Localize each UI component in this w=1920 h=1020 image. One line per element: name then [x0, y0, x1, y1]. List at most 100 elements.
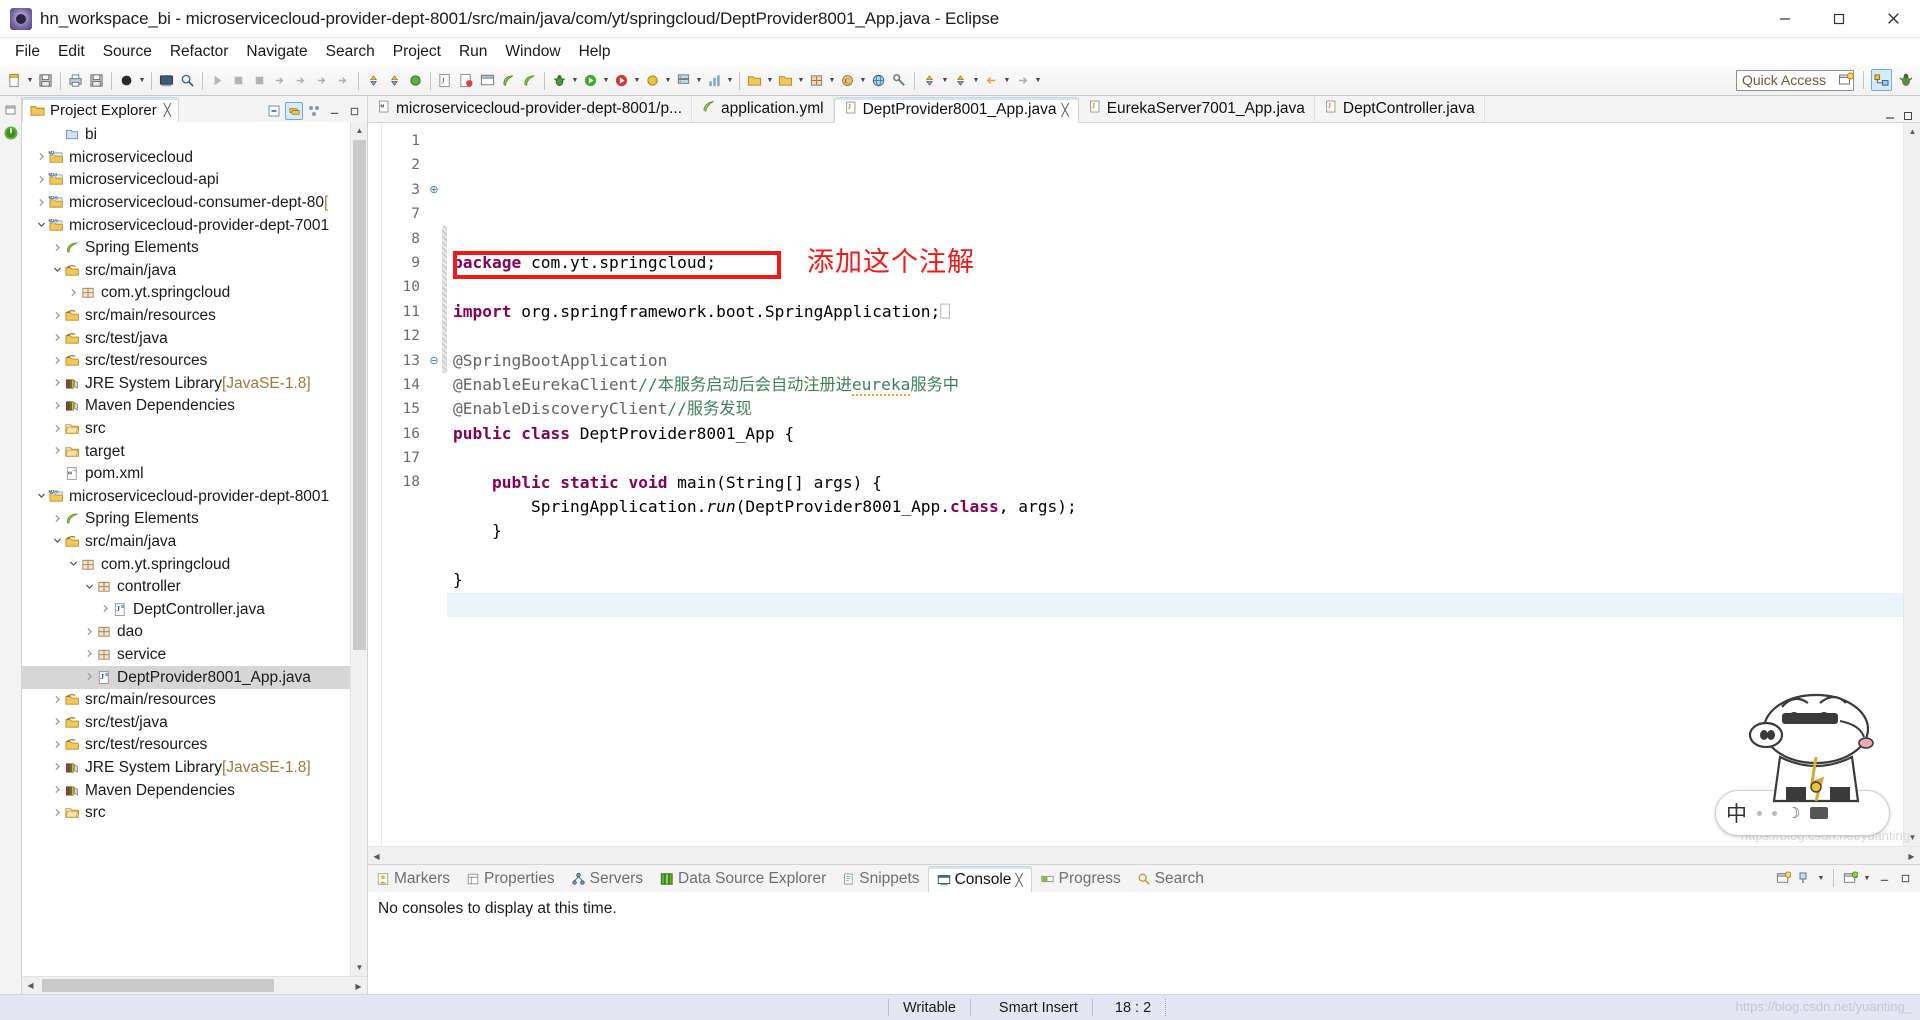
open-perspective-icon[interactable]	[1835, 69, 1856, 91]
spring-boot-dashboard-icon[interactable]	[1, 123, 20, 142]
menu-run[interactable]: Run	[450, 40, 496, 64]
tree-item[interactable]: src/test/java	[22, 327, 367, 350]
newproj-icon[interactable]	[775, 70, 796, 92]
spring-icon[interactable]	[498, 70, 519, 92]
tree-item[interactable]: service	[22, 644, 367, 667]
terminal-icon[interactable]	[156, 70, 177, 92]
project-tree-hscrollbar[interactable]: ◀ ▶	[22, 976, 367, 994]
bottom-tab[interactable]: Search	[1129, 866, 1212, 892]
debug-chevron-icon[interactable]: ▼	[570, 70, 580, 92]
code-line[interactable]: SpringApplication.run(DeptProvider8001_A…	[447, 495, 1903, 519]
code-line[interactable]: }	[447, 519, 1903, 543]
editor-scroll-left-icon[interactable]: ◀	[368, 847, 385, 865]
editor-annotation-ruler[interactable]	[368, 123, 382, 846]
step-return-icon[interactable]	[270, 70, 291, 92]
chevron-right-icon[interactable]	[66, 288, 80, 299]
bottom-tab[interactable]: Data Source Explorer	[651, 866, 834, 892]
tree-scroll-down-icon[interactable]: ▼	[351, 959, 367, 976]
code-editor[interactable]: 1 2 3 7 8 9 10 11 12 13 14 15 16 17 18 ⊕ ⊖ 添加这个注解 packa…	[368, 123, 1920, 846]
tree-item[interactable]: com.yt.springcloud	[22, 553, 367, 576]
fold-toggle-icon[interactable]: ⊕	[426, 178, 442, 202]
editor-hscrollbar[interactable]: ◀ ▶	[368, 846, 1920, 864]
bottom-tab-close-icon[interactable]: ╳	[1015, 873, 1022, 887]
project-explorer-close-icon[interactable]: ╳	[164, 103, 171, 117]
stop-icon[interactable]	[228, 70, 249, 92]
chevron-down-icon[interactable]	[82, 582, 96, 593]
chevron-right-icon[interactable]	[50, 740, 64, 751]
tree-item[interactable]: src	[22, 802, 367, 825]
server-icon[interactable]	[673, 70, 694, 92]
chevron-right-icon[interactable]	[50, 762, 64, 773]
folding-ruler[interactable]: ⊕ ⊖	[426, 123, 442, 846]
proj-chevron-icon[interactable]: ▼	[796, 70, 806, 92]
tree-item[interactable]: Maven Dependencies	[22, 395, 367, 418]
chevron-right-icon[interactable]	[50, 311, 64, 322]
fld-chevron-icon[interactable]: ▼	[765, 70, 775, 92]
tree-item[interactable]: J S DeptController.java	[22, 598, 367, 621]
editor-tab[interactable]: J EurekaServer7001_App.java	[1079, 96, 1315, 122]
step-into-icon[interactable]	[312, 70, 333, 92]
globe-icon[interactable]	[868, 70, 889, 92]
chevron-right-icon[interactable]	[50, 446, 64, 457]
perspective-java-ee-icon[interactable]	[1871, 69, 1892, 91]
chevron-right-icon[interactable]	[50, 808, 64, 819]
project-tree-hthumb[interactable]	[42, 979, 274, 992]
fwd-chevron-icon[interactable]: ▼	[1033, 70, 1043, 92]
editor-tab[interactable]: Mmicroservicecloud-provider-dept-8001/p.…	[368, 96, 693, 122]
tree-item[interactable]: M2 Smicroservicecloud-provider-dept-8001	[22, 486, 367, 509]
bottom-tab[interactable]: Properties	[458, 866, 563, 892]
tree-item[interactable]: src/main/resources	[22, 305, 367, 328]
ext-chevron-icon[interactable]: ▼	[663, 70, 673, 92]
menu-window[interactable]: Window	[496, 40, 569, 64]
menu-source[interactable]: Source	[94, 40, 161, 64]
code-line[interactable]: import org.springframework.boot.SpringAp…	[447, 300, 1903, 324]
chevron-right-icon[interactable]	[50, 695, 64, 706]
chevron-down-icon[interactable]	[50, 265, 64, 276]
editor-tab[interactable]: J DeptProvider8001_App.java ╳	[833, 97, 1079, 123]
chevron-down-icon[interactable]	[66, 559, 80, 570]
print-icon[interactable]	[65, 70, 86, 92]
tree-scroll-up-icon[interactable]: ▲	[351, 122, 367, 139]
code-line[interactable]: public static void main(String[] args) {	[447, 471, 1903, 495]
tree-item[interactable]: M2 microservicecloud	[22, 147, 367, 170]
tree-item[interactable]: Maven Dependencies	[22, 779, 367, 802]
menu-file[interactable]: File	[6, 40, 49, 64]
dbg1-icon[interactable]	[249, 70, 270, 92]
tree-item[interactable]: src/main/java	[22, 260, 367, 283]
tree-item[interactable]: M2 Smicroservicecloud-provider-dept-7001	[22, 214, 367, 237]
tree-item[interactable]: target	[22, 440, 367, 463]
menu-search[interactable]: Search	[317, 40, 384, 64]
tree-item[interactable]: JRE System Library [JavaSE-1.8]	[22, 373, 367, 396]
editor-tab[interactable]: J DeptController.java	[1315, 96, 1485, 122]
coverage-icon[interactable]	[456, 70, 477, 92]
run-last-icon[interactable]	[207, 70, 228, 92]
code-line[interactable]	[447, 324, 1903, 348]
tree-item[interactable]: src/main/java	[22, 531, 367, 554]
tree-item[interactable]: Spring Elements	[22, 508, 367, 531]
tree-item[interactable]: J S DeptProvider8001_App.java	[22, 666, 367, 689]
back-icon[interactable]	[981, 70, 1002, 92]
updn1-icon[interactable]	[919, 70, 940, 92]
cov-chevron-icon[interactable]: ▼	[632, 70, 642, 92]
new-console-icon[interactable]	[1841, 869, 1859, 887]
cls-chevron-icon[interactable]: ▼	[858, 70, 868, 92]
chevron-right-icon[interactable]	[34, 175, 48, 186]
minimize-view-icon[interactable]	[325, 102, 343, 120]
newfolder-icon[interactable]	[744, 70, 765, 92]
chevron-right-icon[interactable]	[82, 627, 96, 638]
step-icon[interactable]	[333, 70, 354, 92]
new-wizard-icon[interactable]	[4, 70, 25, 92]
chevron-down-icon[interactable]	[50, 536, 64, 547]
chevron-right-icon[interactable]	[34, 198, 48, 209]
editor-tab-close-icon[interactable]: ╳	[1061, 103, 1068, 117]
editor-vscrollbar[interactable]: ▲ ▼	[1903, 123, 1920, 846]
tools-icon[interactable]	[889, 70, 910, 92]
skip-all-icon[interactable]	[477, 70, 498, 92]
chevron-right-icon[interactable]	[50, 333, 64, 344]
tree-item[interactable]: src/test/java	[22, 711, 367, 734]
save-all-icon[interactable]	[86, 70, 107, 92]
open-type-icon[interactable]: J	[435, 70, 456, 92]
chevron-right-icon[interactable]	[82, 672, 96, 683]
bottom-tab[interactable]: Console ╳	[927, 866, 1032, 892]
menu-edit[interactable]: Edit	[49, 40, 94, 64]
